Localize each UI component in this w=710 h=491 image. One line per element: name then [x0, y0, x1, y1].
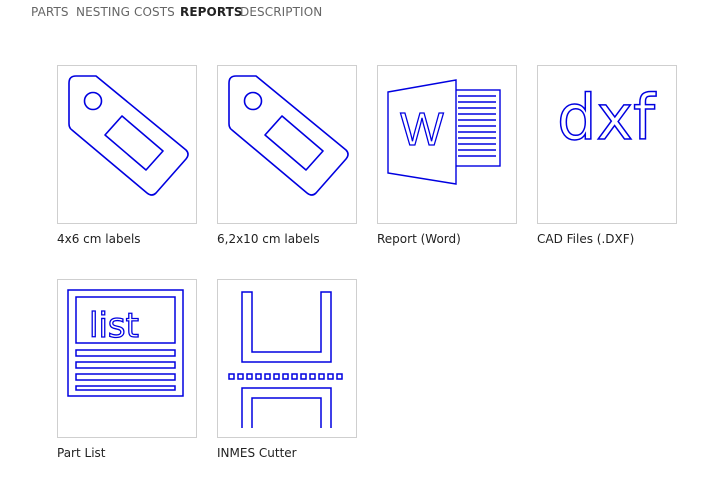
svg-text:dxf: dxf — [557, 81, 657, 154]
tab-reports[interactable]: REPORTS — [180, 5, 243, 19]
report-label: 6,2x10 cm labels — [217, 232, 320, 246]
tab-nesting[interactable]: NESTING — [76, 5, 130, 19]
report-thumbnail[interactable] — [57, 65, 197, 224]
report-thumbnail[interactable]: list — [57, 279, 197, 438]
report-tile-word[interactable]: W Report (Word) — [377, 65, 517, 246]
tab-costs[interactable]: COSTS — [134, 5, 175, 19]
part-list-icon: list — [67, 289, 184, 397]
report-label: 4x6 cm labels — [57, 232, 141, 246]
svg-text:W: W — [400, 103, 444, 155]
report-thumbnail[interactable] — [217, 65, 357, 224]
report-label: CAD Files (.DXF) — [537, 232, 635, 246]
cutter-icon — [228, 291, 343, 428]
dxf-icon: dxf — [556, 80, 658, 155]
report-thumbnail[interactable]: W — [377, 65, 517, 224]
report-tile-inmes-cutter[interactable]: INMES Cutter — [217, 279, 357, 460]
report-tile-4x6-labels[interactable]: 4x6 cm labels — [57, 65, 197, 246]
report-label: Report (Word) — [377, 232, 461, 246]
report-label: Part List — [57, 446, 106, 460]
tab-description[interactable]: DESCRIPTION — [240, 5, 322, 19]
report-tabs: PARTS NESTING COSTS REPORTS DESCRIPTION — [0, 0, 710, 26]
word-document-icon: W — [387, 79, 501, 185]
tab-parts[interactable]: PARTS — [31, 5, 69, 19]
report-tile-part-list[interactable]: list Part List — [57, 279, 197, 460]
report-label: INMES Cutter — [217, 446, 297, 460]
tag-icon — [68, 75, 189, 196]
report-tile-dxf[interactable]: dxf CAD Files (.DXF) — [537, 65, 677, 246]
report-thumbnail[interactable] — [217, 279, 357, 438]
report-tile-62x10-labels[interactable]: 6,2x10 cm labels — [217, 65, 357, 246]
svg-text:list: list — [89, 306, 139, 346]
report-thumbnail[interactable]: dxf — [537, 65, 677, 224]
tag-icon — [228, 75, 349, 196]
